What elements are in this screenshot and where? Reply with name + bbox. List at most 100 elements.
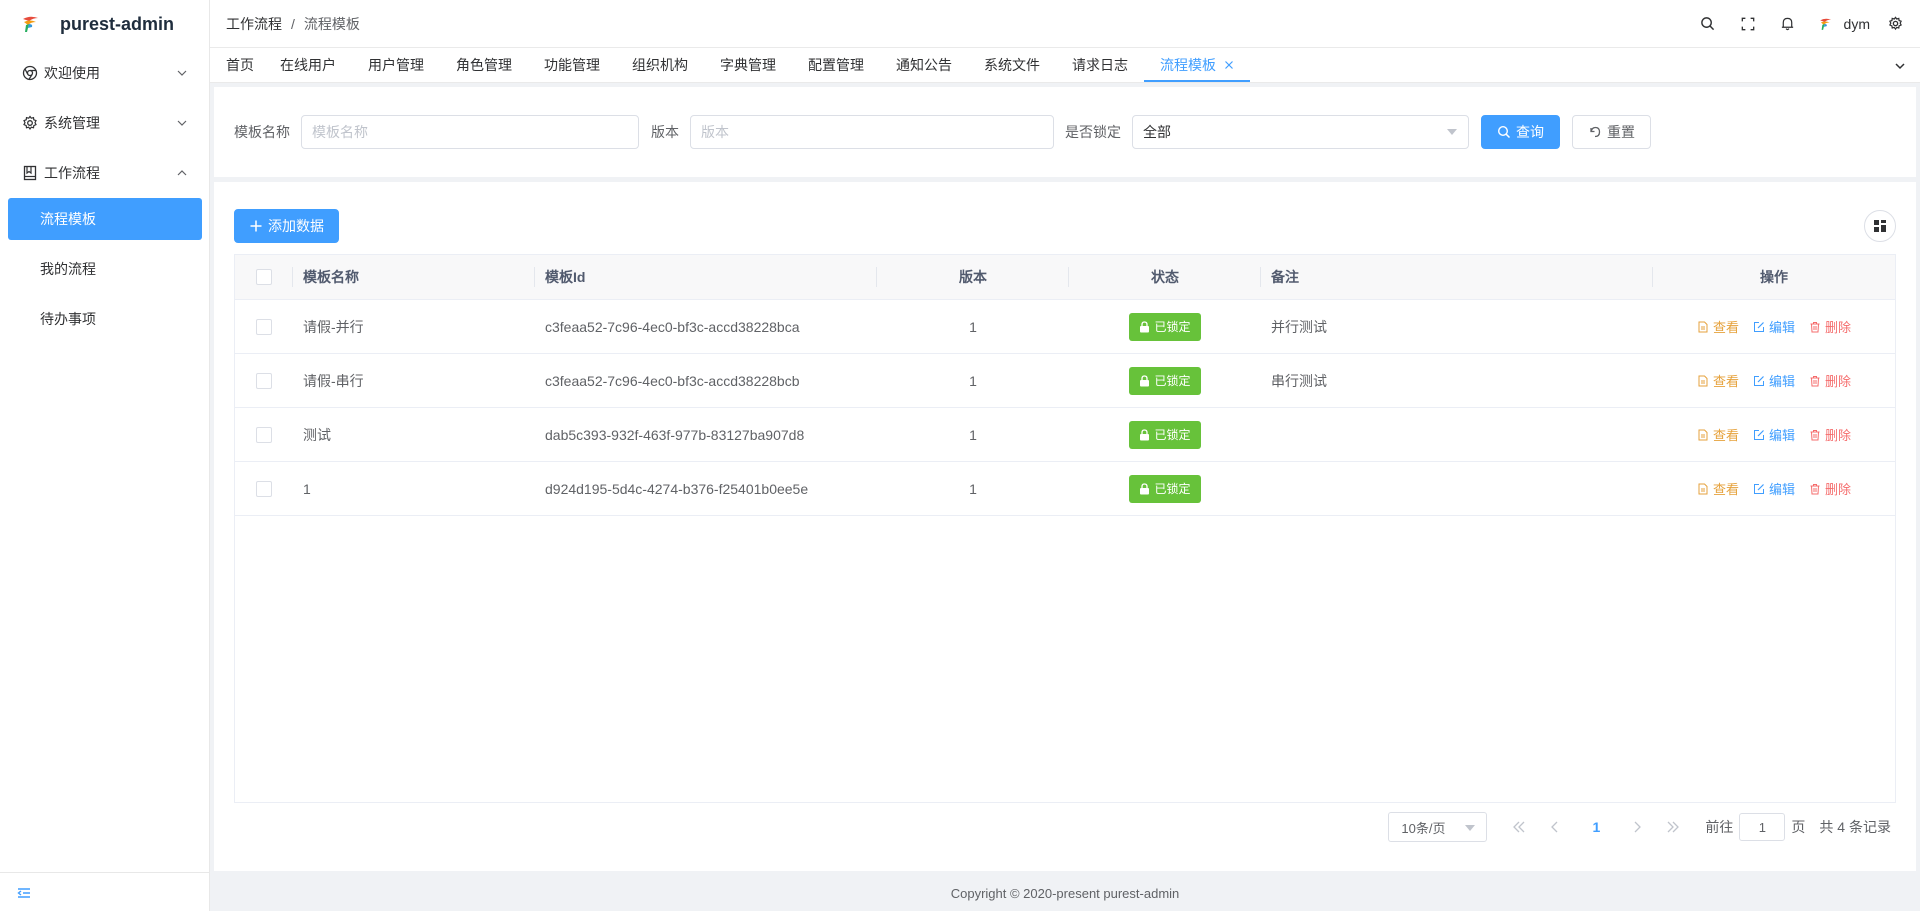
version-input[interactable] <box>690 115 1054 149</box>
status-label: 已锁定 <box>1154 482 1191 496</box>
edit-button[interactable]: 编辑 <box>1753 371 1795 390</box>
tab-system-files[interactable]: 系统文件 <box>968 48 1056 82</box>
sidebar-item-flow-template[interactable]: 流程模板 <box>8 198 202 240</box>
tab-role-management[interactable]: 角色管理 <box>440 48 528 82</box>
tab-online-users[interactable]: 在线用户 <box>264 48 352 82</box>
settings-gear-icon[interactable] <box>1880 0 1910 48</box>
goto-page-input[interactable] <box>1739 813 1786 841</box>
trash-icon <box>1810 321 1820 332</box>
status-badge: 已锁定 <box>1129 474 1201 503</box>
sidebar-item-workflow[interactable]: 工作流程 <box>0 148 209 198</box>
delete-button[interactable]: 删除 <box>1809 317 1851 336</box>
query-button[interactable]: 查询 <box>1481 115 1560 149</box>
edit-label: 编辑 <box>1768 428 1795 443</box>
add-data-button[interactable]: 添加数据 <box>234 209 339 243</box>
search-form: 模板名称 版本 是否锁定 全部 查询 重置 <box>214 87 1916 177</box>
close-icon[interactable] <box>1224 60 1234 70</box>
edit-label: 编辑 <box>1768 320 1795 335</box>
query-button-label: 查询 <box>1516 124 1544 140</box>
logo[interactable]: purest-admin <box>0 0 209 48</box>
view-button[interactable]: 查看 <box>1697 317 1739 336</box>
select-all-checkbox[interactable] <box>256 269 272 285</box>
status-label: 已锁定 <box>1154 374 1191 388</box>
tab-organization[interactable]: 组织机构 <box>616 48 704 82</box>
fullscreen-icon[interactable] <box>1728 0 1768 48</box>
breadcrumb-item[interactable]: 工作流程 <box>226 14 282 34</box>
edit-icon <box>1753 321 1764 332</box>
view-button[interactable]: 查看 <box>1697 479 1739 498</box>
sidebar-item-welcome[interactable]: 欢迎使用 <box>0 48 209 98</box>
row-checkbox[interactable] <box>256 480 272 497</box>
edit-icon <box>1753 429 1764 440</box>
lock-icon <box>1140 482 1150 494</box>
row-checkbox[interactable] <box>256 318 272 335</box>
row-select <box>235 408 293 461</box>
last-page-icon[interactable] <box>1658 812 1688 842</box>
table-card: 添加数据 模板名称 模板Id 版本 状态 备注 操作 请假-并行 c3feaa5… <box>214 182 1916 871</box>
document-icon <box>1698 483 1708 494</box>
cell-id: dab5c393-932f-463f-977b-83127ba907d8 <box>545 426 805 443</box>
status-label: 已锁定 <box>1154 428 1191 442</box>
sidebar-item-todo[interactable]: 待办事项 <box>8 298 202 340</box>
avatar <box>1819 18 1831 30</box>
chevron-up-icon <box>177 170 187 176</box>
sidebar-item-my-flow[interactable]: 我的流程 <box>8 248 202 290</box>
page-number-current[interactable]: 1 <box>1581 812 1611 842</box>
copyright: Copyright © 2020-present purest-admin <box>950 885 1180 901</box>
sidebar-item-system[interactable]: 系统管理 <box>0 98 209 148</box>
tags-bar: 首页 在线用户 用户管理 角色管理 功能管理 组织机构 字典管理 配置管理 通知… <box>210 48 1920 83</box>
delete-button[interactable]: 删除 <box>1809 479 1851 498</box>
lock-icon <box>1140 374 1150 386</box>
row-checkbox[interactable] <box>256 372 272 389</box>
chevron-down-icon[interactable] <box>1890 48 1910 83</box>
reset-button[interactable]: 重置 <box>1572 115 1651 149</box>
page-size-value: 10条/页 <box>1401 820 1446 836</box>
edit-button[interactable]: 编辑 <box>1753 317 1795 336</box>
column-header-status: 状态 <box>1069 255 1261 299</box>
grid-layout-icon[interactable] <box>1864 210 1896 242</box>
trash-icon <box>1810 375 1820 386</box>
total-records: 共 4 条记录 <box>1819 819 1891 835</box>
delete-label: 删除 <box>1825 320 1852 335</box>
column-header-remark: 备注 <box>1261 255 1653 299</box>
tab-notice[interactable]: 通知公告 <box>880 48 968 82</box>
view-button[interactable]: 查看 <box>1697 425 1739 444</box>
first-page-icon[interactable] <box>1504 812 1534 842</box>
next-page-icon[interactable] <box>1622 812 1652 842</box>
prev-page-icon[interactable] <box>1540 812 1570 842</box>
edit-button[interactable]: 编辑 <box>1753 479 1795 498</box>
column-header-actions: 操作 <box>1760 269 1788 285</box>
cell-status: 已锁定 <box>1069 462 1261 515</box>
tab-config[interactable]: 配置管理 <box>792 48 880 82</box>
chevron-down-icon <box>177 120 187 126</box>
goto-prefix: 前往 <box>1705 819 1734 835</box>
row-checkbox[interactable] <box>256 426 272 443</box>
tab-home[interactable]: 首页 <box>210 48 264 82</box>
cell-remark <box>1261 462 1653 515</box>
cell-id: c3feaa52-7c96-4ec0-bf3c-accd38228bcb <box>545 372 800 389</box>
tab-flow-template[interactable]: 流程模板 <box>1144 48 1250 82</box>
view-label: 查看 <box>1712 428 1739 443</box>
trash-icon <box>1810 429 1820 440</box>
collapse-sidebar-icon[interactable] <box>16 885 32 901</box>
tab-function-management[interactable]: 功能管理 <box>528 48 616 82</box>
bell-icon[interactable] <box>1768 0 1808 48</box>
tab-request-log[interactable]: 请求日志 <box>1056 48 1144 82</box>
delete-button[interactable]: 删除 <box>1809 425 1851 444</box>
page-size-select[interactable]: 10条/页 <box>1388 812 1488 842</box>
edit-button[interactable]: 编辑 <box>1753 425 1795 444</box>
tab-user-management[interactable]: 用户管理 <box>352 48 440 82</box>
search-icon[interactable] <box>1688 0 1728 48</box>
locked-select[interactable]: 全部 <box>1132 115 1469 149</box>
view-label: 查看 <box>1712 482 1739 497</box>
cell-id: d924d195-5d4c-4274-b376-f25401b0ee5e <box>545 480 809 497</box>
cell-actions: 查看 编辑 删除 <box>1653 462 1895 515</box>
view-button[interactable]: 查看 <box>1697 371 1739 390</box>
cell-status: 已锁定 <box>1069 354 1261 407</box>
template-name-input[interactable] <box>301 115 639 149</box>
delete-button[interactable]: 删除 <box>1809 371 1851 390</box>
tab-dictionary[interactable]: 字典管理 <box>704 48 792 82</box>
cell-remark: 并行测试 <box>1271 318 1327 335</box>
user-menu[interactable]: dym <box>1808 0 1880 48</box>
goto-suffix: 页 <box>1791 819 1806 835</box>
